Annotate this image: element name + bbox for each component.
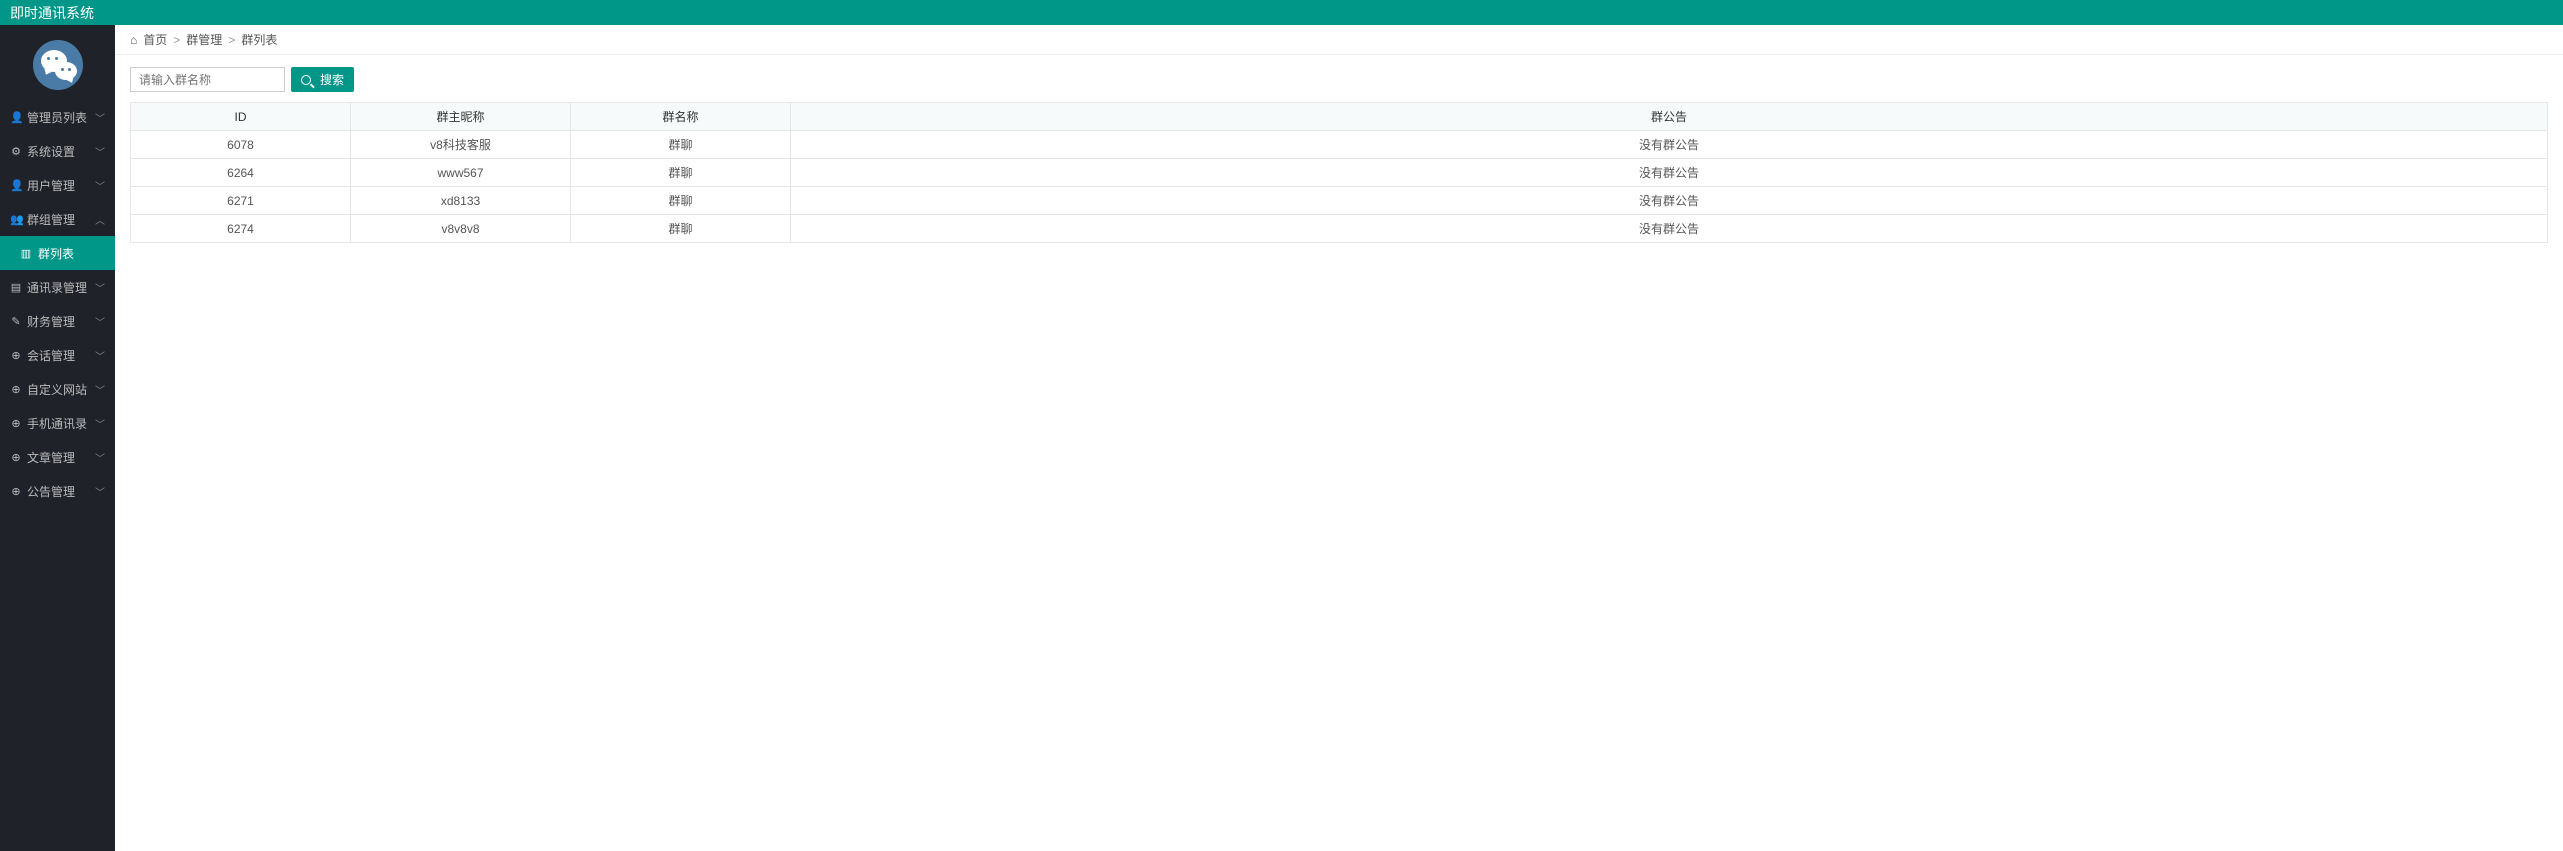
- sidebar-item-system-settings[interactable]: ⚙ 系统设置 ﹀: [0, 134, 115, 168]
- cell-notice: 没有群公告: [791, 187, 2548, 215]
- search-icon: [301, 73, 316, 87]
- sidebar-item-label: 公告管理: [27, 483, 75, 500]
- cell-owner: v8v8v8: [351, 215, 571, 243]
- cell-name: 群聊: [571, 215, 791, 243]
- sidebar-item-label: 群组管理: [27, 211, 75, 228]
- home-icon: ⌂: [130, 33, 137, 47]
- top-header: 即时通讯系统: [0, 0, 2563, 25]
- search-button-label: 搜索: [320, 71, 344, 88]
- chevron-down-icon: ﹀: [95, 416, 105, 431]
- list-icon: ▥: [20, 247, 32, 260]
- users-icon: 👥: [10, 213, 22, 226]
- breadcrumb-level1[interactable]: 群管理: [186, 31, 222, 48]
- chevron-down-icon: ﹀: [95, 314, 105, 329]
- sidebar-item-admins[interactable]: 👤 管理员列表 ﹀: [0, 100, 115, 134]
- cell-notice: 没有群公告: [791, 215, 2548, 243]
- table-row[interactable]: 6264 www567 群聊 没有群公告: [131, 159, 2548, 187]
- sidebar-item-label: 会话管理: [27, 347, 75, 364]
- globe-icon: ⊕: [10, 349, 22, 362]
- cell-id: 6271: [131, 187, 351, 215]
- app-title: 即时通讯系统: [10, 3, 94, 23]
- cell-id: 6078: [131, 131, 351, 159]
- globe-icon: ⊕: [10, 451, 22, 464]
- cell-notice: 没有群公告: [791, 131, 2548, 159]
- breadcrumb-sep: >: [173, 33, 180, 47]
- sidebar-item-label: 通讯录管理: [27, 279, 87, 296]
- cell-owner: www567: [351, 159, 571, 187]
- chevron-down-icon: ﹀: [95, 450, 105, 465]
- search-row: 搜索: [130, 67, 2548, 92]
- sidebar-item-announce-mgmt[interactable]: ⊕ 公告管理 ﹀: [0, 474, 115, 508]
- chevron-down-icon: ﹀: [95, 178, 105, 193]
- content-body: 搜索 ID 群主昵称 群名称 群公告 6078: [115, 55, 2563, 255]
- chevron-down-icon: ﹀: [95, 110, 105, 125]
- sidebar-item-label: 管理员列表: [27, 109, 87, 126]
- chevron-down-icon: ﹀: [95, 280, 105, 295]
- globe-icon: ⊕: [10, 485, 22, 498]
- sidebar-item-label: 系统设置: [27, 143, 75, 160]
- chevron-down-icon: ﹀: [95, 382, 105, 397]
- cell-id: 6274: [131, 215, 351, 243]
- sidebar-item-finance-mgmt[interactable]: ✎ 财务管理 ﹀: [0, 304, 115, 338]
- globe-icon: ⊕: [10, 383, 22, 396]
- sidebar-item-label: 财务管理: [27, 313, 75, 330]
- sidebar-item-label: 手机通讯录: [27, 415, 87, 432]
- cell-name: 群聊: [571, 159, 791, 187]
- sidebar-item-group-mgmt[interactable]: 👥 群组管理 ︿: [0, 202, 115, 236]
- sidebar-item-session-mgmt[interactable]: ⊕ 会话管理 ﹀: [0, 338, 115, 372]
- breadcrumb-level2: 群列表: [241, 31, 277, 48]
- globe-icon: ⊕: [10, 417, 22, 430]
- cell-name: 群聊: [571, 187, 791, 215]
- gear-icon: ⚙: [10, 145, 22, 158]
- table-header-row: ID 群主昵称 群名称 群公告: [131, 103, 2548, 131]
- group-table: ID 群主昵称 群名称 群公告 6078 v8科技客服 群聊 没有群公告 626…: [130, 102, 2548, 243]
- sidebar-item-label: 自定义网站: [27, 381, 87, 398]
- breadcrumb-sep: >: [228, 33, 235, 47]
- table-row[interactable]: 6274 v8v8v8 群聊 没有群公告: [131, 215, 2548, 243]
- chevron-down-icon: ﹀: [95, 348, 105, 363]
- search-button[interactable]: 搜索: [291, 67, 354, 92]
- col-header-id: ID: [131, 103, 351, 131]
- app-logo-icon: [33, 40, 83, 90]
- col-header-notice: 群公告: [791, 103, 2548, 131]
- col-header-owner: 群主昵称: [351, 103, 571, 131]
- sidebar-item-article-mgmt[interactable]: ⊕ 文章管理 ﹀: [0, 440, 115, 474]
- chevron-up-icon: ︿: [95, 212, 105, 227]
- chevron-down-icon: ﹀: [95, 144, 105, 159]
- breadcrumb-home[interactable]: 首页: [143, 31, 167, 48]
- cell-name: 群聊: [571, 131, 791, 159]
- cell-owner: xd8133: [351, 187, 571, 215]
- col-header-name: 群名称: [571, 103, 791, 131]
- breadcrumb: ⌂ 首页 > 群管理 > 群列表: [115, 25, 2563, 55]
- user-icon: 👤: [10, 179, 22, 192]
- book-icon: ▤: [10, 281, 22, 294]
- sidebar-item-user-mgmt[interactable]: 👤 用户管理 ﹀: [0, 168, 115, 202]
- logo-wrap: [0, 25, 115, 100]
- table-row[interactable]: 6271 xd8133 群聊 没有群公告: [131, 187, 2548, 215]
- cell-id: 6264: [131, 159, 351, 187]
- doc-icon: ✎: [10, 315, 22, 328]
- sidebar-item-phone-contacts[interactable]: ⊕ 手机通讯录 ﹀: [0, 406, 115, 440]
- table-row[interactable]: 6078 v8科技客服 群聊 没有群公告: [131, 131, 2548, 159]
- sidebar-subitem-group-list[interactable]: ▥ 群列表: [0, 236, 115, 270]
- sidebar-item-custom-site[interactable]: ⊕ 自定义网站 ﹀: [0, 372, 115, 406]
- cell-notice: 没有群公告: [791, 159, 2548, 187]
- user-icon: 👤: [10, 111, 22, 124]
- sidebar: 👤 管理员列表 ﹀ ⚙ 系统设置 ﹀ 👤 用户管理 ﹀ 👥 群组管理: [0, 25, 115, 851]
- sidebar-item-contacts-mgmt[interactable]: ▤ 通讯录管理 ﹀: [0, 270, 115, 304]
- sidebar-item-label: 文章管理: [27, 449, 75, 466]
- main-panel: ⌂ 首页 > 群管理 > 群列表 搜索 ID: [115, 25, 2563, 851]
- sidebar-item-label: 用户管理: [27, 177, 75, 194]
- cell-owner: v8科技客服: [351, 131, 571, 159]
- sidebar-subitem-label: 群列表: [38, 245, 74, 262]
- search-input[interactable]: [130, 67, 285, 92]
- chevron-down-icon: ﹀: [95, 484, 105, 499]
